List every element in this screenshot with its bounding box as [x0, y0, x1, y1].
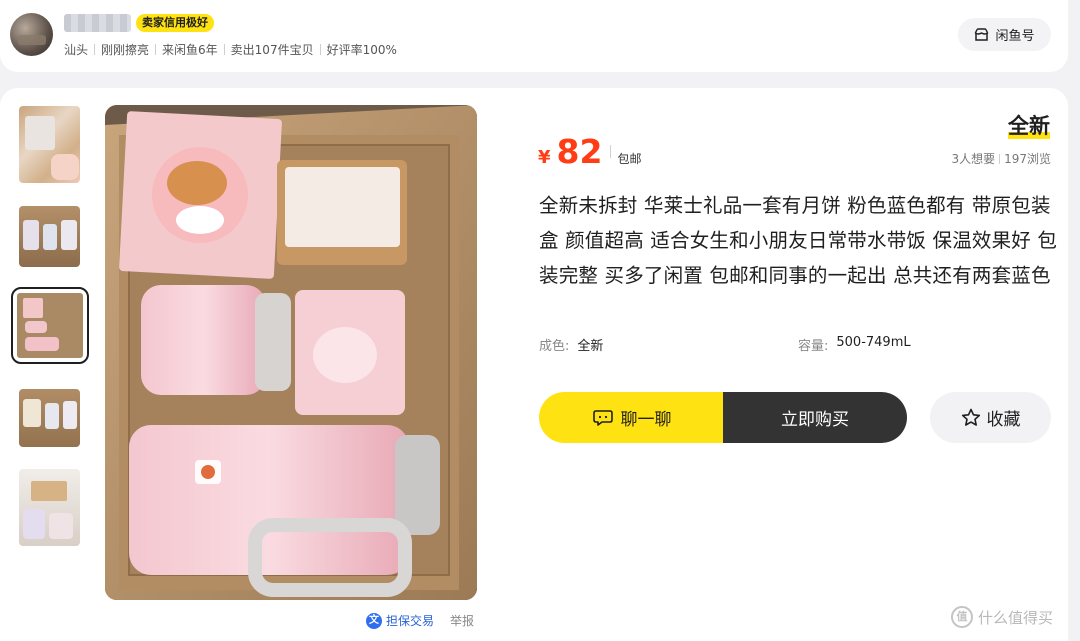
divider [155, 44, 157, 55]
chat-button[interactable]: 聊一聊 [539, 392, 725, 443]
divider [223, 44, 225, 55]
seller-card: 卖家信用极好 汕头 刚刚擦亮 来闲鱼6年 卖出107件宝贝 好评率100% 闲鱼… [0, 0, 1068, 72]
store-icon [975, 28, 989, 41]
gallery-thumb-active[interactable] [11, 287, 89, 364]
seller-tenure: 来闲鱼6年 [162, 43, 218, 57]
condition-text: 全新 [1008, 114, 1050, 138]
condition-tag: 全新 [1008, 110, 1050, 140]
report-link[interactable]: 举报 [450, 612, 474, 629]
chat-label: 聊一聊 [620, 410, 672, 430]
seller-meta: 汕头 刚刚擦亮 来闲鱼6年 卖出107件宝贝 好评率100% [64, 41, 397, 58]
divider [610, 145, 612, 158]
thumb-image [17, 293, 83, 358]
buy-now-button[interactable]: 立即购买 [723, 392, 907, 443]
watermark: 值 什么值得买 [951, 606, 1053, 628]
seller-rating: 好评率100% [326, 43, 397, 57]
divider [999, 153, 1001, 164]
price-value: 82 [556, 132, 603, 171]
attr-condition-value: 全新 [577, 339, 604, 354]
guarantee-shield-icon: 文 [366, 612, 382, 629]
thumb-image [19, 389, 80, 447]
guarantee-trade-link[interactable]: 文 担保交易 [366, 612, 434, 629]
gallery-thumb[interactable] [19, 389, 80, 447]
favorite-label: 收藏 [986, 410, 1021, 430]
seller-avatar[interactable] [10, 13, 53, 56]
attr-capacity-value: 500-749mL [836, 335, 911, 350]
favorite-button[interactable]: 收藏 [930, 392, 1051, 443]
seller-sold-count: 卖出107件宝贝 [230, 43, 314, 57]
photo-footer: 文 担保交易 举报 [366, 612, 474, 629]
attr-capacity: 容量: 500-749mL [798, 335, 911, 354]
chat-bubble-icon [592, 409, 613, 426]
item-stats: 3人想要 197浏览 [951, 150, 1051, 167]
attr-condition: 成色: 全新 [539, 335, 603, 354]
seller-name-blurred[interactable] [64, 14, 131, 32]
price-block: ¥ 82 包邮 [538, 132, 641, 171]
divider [319, 44, 321, 55]
divider [94, 44, 96, 55]
star-icon [961, 408, 980, 426]
xianyu-id-button[interactable]: 闲鱼号 [958, 18, 1051, 51]
attr-condition-key: 成色: [539, 339, 570, 354]
views-count: 197浏览 [1004, 152, 1051, 166]
seller-location: 汕头 [64, 43, 89, 57]
product-photo-image [105, 105, 477, 600]
wants-count: 3人想要 [951, 152, 996, 166]
main-product-photo[interactable] [105, 105, 477, 600]
xianyu-id-label: 闲鱼号 [995, 29, 1035, 44]
gallery-thumb[interactable] [19, 106, 80, 183]
attr-capacity-key: 容量: [798, 339, 829, 354]
thumb-image [19, 106, 80, 183]
seller-credit-badge: 卖家信用极好 [136, 14, 214, 32]
seller-last-active: 刚刚擦亮 [101, 43, 150, 57]
guarantee-label: 担保交易 [386, 614, 435, 628]
thumb-image [19, 469, 80, 546]
watermark-logo-icon: 值 [951, 606, 973, 628]
shipping-label: 包邮 [617, 152, 642, 166]
buy-label: 立即购买 [781, 410, 849, 430]
currency-symbol: ¥ [538, 147, 551, 168]
gallery-thumb[interactable] [19, 469, 80, 546]
gallery-thumb[interactable] [19, 206, 80, 267]
product-description: 全新未拆封 华莱士礼品一套有月饼 粉色蓝色都有 带原包装盒 颜值超高 适合女生和… [539, 194, 1058, 287]
thumb-image [19, 206, 80, 267]
watermark-text: 什么值得买 [978, 608, 1054, 627]
